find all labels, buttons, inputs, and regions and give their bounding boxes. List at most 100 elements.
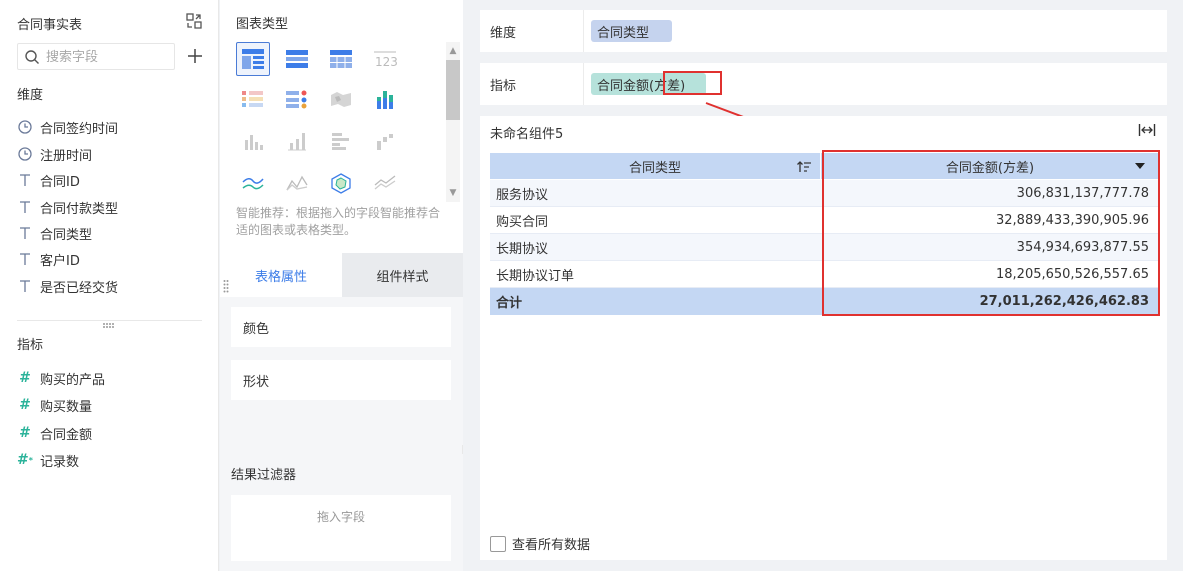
cross-table-type[interactable] (324, 42, 358, 76)
measure-group-label: 指标 (17, 338, 44, 353)
scroll-thumb[interactable] (446, 60, 460, 120)
highlight-box (663, 71, 722, 95)
measure-region-label: 指标 (490, 78, 517, 94)
field-item[interactable]: # 合同金额 (17, 423, 92, 443)
field-label: 购买的产品 (40, 372, 106, 388)
field-search[interactable] (17, 43, 175, 70)
color-property[interactable]: 颜色 (231, 307, 451, 347)
field-item[interactable]: 合同类型 (17, 223, 92, 243)
line-chart-type[interactable] (236, 166, 270, 200)
hash-icon: # (19, 397, 31, 413)
field-item[interactable]: 合同签约时间 (17, 117, 118, 137)
line-chart-icon (242, 178, 264, 190)
show-all-label: 查看所有数据 (512, 538, 591, 553)
measure-region: 指标 合同金额(方差) (480, 63, 1167, 105)
field-item[interactable]: 是否已经交货 (17, 276, 118, 296)
bar-chart-type[interactable] (324, 124, 358, 158)
kpi-number-icon: 123 (374, 51, 398, 69)
kpi-number-type[interactable]: 123 (368, 42, 402, 76)
field-item[interactable]: # 购买的产品 (17, 368, 105, 388)
grouped-table-type[interactable] (236, 42, 270, 76)
clock-icon (18, 120, 32, 134)
row-label: 长期协议 (490, 234, 821, 261)
editor-area: 维度 合同类型 指标 合同金额(方差) 未命名组件5 合同类型 合同金额(方差)… (464, 0, 1183, 571)
text-icon (20, 174, 30, 186)
column-fit-icon[interactable] (1138, 123, 1156, 137)
waterfall-type[interactable] (368, 124, 402, 158)
resize-handle-icon[interactable] (102, 322, 116, 330)
scroll-down-icon[interactable]: ▼ (448, 188, 458, 198)
fields-panel: 合同事实表 维度 合同签约时间 注册时间 合同ID 合同付款类型 合同类型 (0, 0, 219, 571)
show-all-data-toggle[interactable]: 查看所有数据 (490, 534, 590, 553)
ranked-column-type[interactable] (280, 124, 314, 158)
column-chart-icon (245, 135, 263, 150)
hash-icon: # (19, 425, 31, 441)
field-item[interactable]: # 购买数量 (17, 395, 92, 415)
widget-title: 未命名组件5 (490, 127, 564, 142)
tab-component-style[interactable]: 组件样式 (342, 253, 463, 297)
shape-property[interactable]: 形状 (231, 360, 451, 400)
field-label: 记录数 (40, 454, 80, 470)
hash-icon: # (19, 370, 31, 386)
result-filter: 结果过滤器 拖入字段 (220, 454, 463, 571)
column-chart-type[interactable] (236, 124, 270, 158)
kpi-card-icon (286, 90, 307, 109)
chart-type-section: 图表类型 123 ▲ ▼ 智能推荐：根据拖入的字段智能推荐合适的图表或表格类型。 (220, 0, 463, 253)
tab-table-properties[interactable]: 表格属性 (220, 253, 342, 297)
field-label: 客户ID (40, 253, 80, 269)
dataset-title: 合同事实表 (17, 18, 83, 33)
switch-dataset-icon[interactable] (185, 12, 203, 30)
drag-handle-icon[interactable] (223, 279, 229, 293)
ranked-column-icon (288, 133, 306, 151)
cross-table-icon (330, 50, 352, 68)
field-label: 合同签约时间 (40, 121, 119, 137)
stacked-bar-type[interactable] (368, 82, 402, 116)
color-table-type[interactable] (236, 82, 270, 116)
grouped-table-icon (242, 49, 264, 69)
detail-table-icon (286, 50, 308, 68)
chart-type-scrollbar[interactable]: ▲ ▼ (446, 42, 460, 202)
highlight-box-column (822, 150, 1160, 316)
text-icon (20, 201, 30, 213)
map-type[interactable] (324, 82, 358, 116)
smart-recommend-hint: 智能推荐：根据拖入的字段智能推荐合适的图表或表格类型。 (236, 206, 441, 237)
sort-icon[interactable] (796, 159, 812, 175)
filter-drop-zone[interactable]: 拖入字段 (231, 495, 451, 561)
row-label: 长期协议订单 (490, 261, 821, 288)
stacked-bar-icon (377, 91, 393, 109)
polyline-chart-type[interactable] (368, 166, 402, 200)
dimension-group-label: 维度 (17, 88, 44, 103)
detail-table-type[interactable] (280, 42, 314, 76)
region-divider (583, 10, 584, 52)
color-table-icon (242, 91, 263, 107)
scroll-up-icon[interactable]: ▲ (448, 46, 458, 56)
area-chart-type[interactable] (280, 166, 314, 200)
kpi-card-type[interactable] (280, 82, 314, 116)
result-filter-title: 结果过滤器 (231, 468, 297, 483)
field-item[interactable]: 注册时间 (17, 144, 92, 164)
field-item[interactable]: 合同ID (17, 170, 80, 190)
show-all-checkbox[interactable] (490, 535, 506, 552)
polyline-chart-icon (374, 175, 396, 190)
field-item[interactable]: 客户ID (17, 249, 80, 269)
dimension-pill[interactable]: 合同类型 (591, 20, 672, 42)
field-label: 注册时间 (40, 148, 93, 164)
search-input[interactable] (46, 47, 170, 67)
property-tabs: 表格属性 组件样式 (220, 253, 463, 297)
property-body: 颜色 形状 (220, 297, 463, 445)
field-label: 是否已经交货 (40, 280, 119, 296)
hash-star-icon: # * (17, 452, 33, 468)
dimension-region-label: 维度 (490, 25, 517, 41)
total-label: 合计 (490, 288, 821, 315)
row-label: 服务协议 (490, 180, 821, 207)
add-field-icon[interactable] (186, 47, 204, 65)
field-item[interactable]: # * 记录数 (17, 450, 79, 470)
field-item[interactable]: 合同付款类型 (17, 197, 118, 217)
text-icon (20, 253, 30, 265)
field-label: 合同类型 (40, 227, 93, 243)
radar-chart-type[interactable] (324, 166, 358, 200)
field-label: 合同ID (40, 174, 80, 190)
header-cell-contract-type[interactable]: 合同类型 (490, 153, 821, 180)
field-label: 购买数量 (40, 399, 93, 415)
row-label: 购买合同 (490, 207, 821, 234)
